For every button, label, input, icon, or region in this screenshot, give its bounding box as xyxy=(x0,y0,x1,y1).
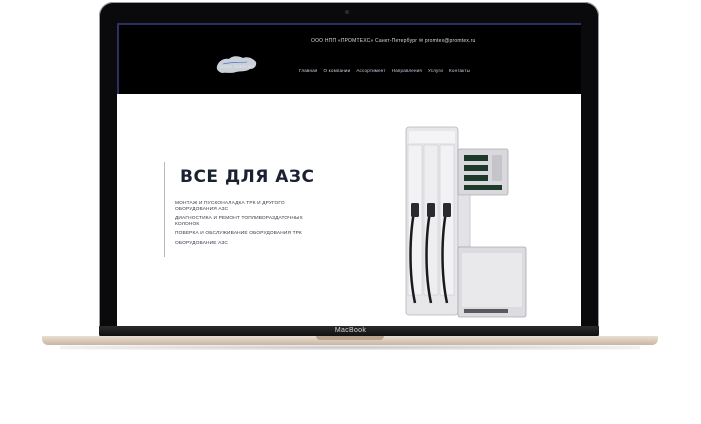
nav-item-home[interactable]: Главная xyxy=(299,68,318,73)
laptop-brand-label: MacBook xyxy=(334,327,367,334)
hero-bullet-equipment[interactable]: ОБОРУДОВАНИЕ АЗС xyxy=(175,241,310,247)
main-nav: Главная О компании Ассортимент Направлен… xyxy=(299,68,470,73)
nav-item-directions[interactable]: Направления xyxy=(392,68,422,73)
laptop-notch xyxy=(316,336,384,340)
laptop-shadow xyxy=(60,345,640,350)
camera-icon xyxy=(345,10,349,14)
hero-bullets: МОНТАЖ И ПУСКОНАЛАДКА ТРК И ДРУГОГО ОБОР… xyxy=(175,201,310,251)
site-header: ОЗОН ЭНЕРГИЯ ООО НПП «ПРОМТЕХС» Санкт-Пе… xyxy=(117,23,581,94)
company-info: ООО НПП «ПРОМТЕХС» Санкт-Петербург ✉ pro… xyxy=(311,38,476,44)
fuel-pump-image xyxy=(405,126,527,318)
hero-bullet-repair[interactable]: ДИАГНОСТИКА И РЕМОНТ ТОПЛИВОРАЗДАТОЧНЫХ … xyxy=(175,216,310,227)
hero-bullet-service[interactable]: ПОВЕРКА И ОБСЛУЖИВАНИЕ ОБОРУДОВАНИЯ ТРК xyxy=(175,231,310,237)
nav-item-services[interactable]: Услуги xyxy=(428,68,443,73)
laptop-screen: ОЗОН ЭНЕРГИЯ ООО НПП «ПРОМТЕХС» Санкт-Пе… xyxy=(117,23,581,326)
nav-item-assortment[interactable]: Ассортимент xyxy=(356,68,385,73)
hero-divider xyxy=(164,162,165,257)
nav-item-contacts[interactable]: Контакты xyxy=(449,68,470,73)
hero-title: ВСЕ ДЛЯ АЗС xyxy=(180,167,315,187)
logo-text[interactable]: ОЗОН ЭНЕРГИЯ xyxy=(211,64,263,69)
nav-item-about[interactable]: О компании xyxy=(324,68,351,73)
hero-bullet-installation[interactable]: МОНТАЖ И ПУСКОНАЛАДКА ТРК И ДРУГОГО ОБОР… xyxy=(175,201,310,212)
